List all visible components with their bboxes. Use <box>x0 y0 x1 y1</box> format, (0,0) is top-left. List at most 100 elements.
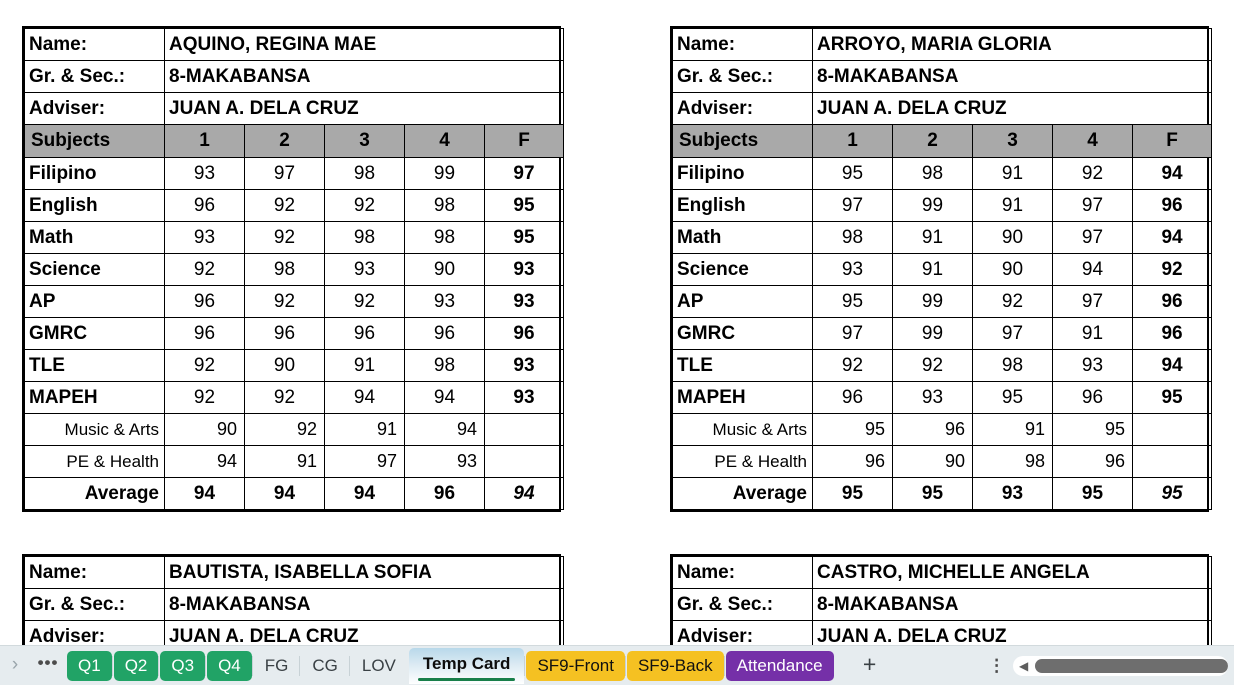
sheet-tab-lov[interactable]: LOV <box>348 651 407 681</box>
subject-row: GMRC 97 99 97 91 96 <box>672 317 1213 350</box>
grade-cell: 97 <box>1052 221 1133 254</box>
subject-label: AP <box>672 285 813 318</box>
final-grade-cell: 94 <box>1131 157 1213 190</box>
grade-cell: 91 <box>1052 317 1133 350</box>
subject-label: English <box>24 189 165 222</box>
final-grade-cell: 96 <box>1131 317 1213 350</box>
subject-label: TLE <box>672 349 813 382</box>
sheet-tab-q3[interactable]: Q3 <box>158 650 206 681</box>
grade-section-label: Gr. & Sec.: <box>672 60 813 93</box>
name-label: Name: <box>672 556 813 589</box>
grade-cell: 91 <box>892 253 973 286</box>
grade-cell: 97 <box>1052 189 1133 222</box>
student-name-value: ARROYO, MARIA GLORIA <box>811 28 1213 61</box>
grade-cell: 98 <box>404 221 485 254</box>
subject-row: Science 93 91 90 94 92 <box>672 253 1213 286</box>
grade-cell: 97 <box>244 157 325 190</box>
average-final-cell: 95 <box>1131 477 1213 510</box>
grade-section-value: 8-MAKABANSA <box>811 588 1213 621</box>
name-label: Name: <box>24 556 165 589</box>
grade-cell: 91 <box>972 189 1053 222</box>
adviser-row: Adviser: JUAN A. DELA CRUZ <box>24 620 565 645</box>
grade-cell: 90 <box>972 253 1053 286</box>
sheet-tab-sf9-front[interactable]: SF9-Front <box>524 650 625 681</box>
adviser-label: Adviser: <box>24 620 165 645</box>
sheet-tab-sf9-back[interactable]: SF9-Back <box>624 650 724 681</box>
subject-row: MAPEH 96 93 95 96 95 <box>672 381 1213 414</box>
sheet-tab-q4[interactable]: Q4 <box>205 650 252 681</box>
report-card: Name: ARROYO, MARIA GLORIA Gr. & Sec.: 8-MA… <box>670 26 1213 512</box>
final-grade-cell: 92 <box>1131 253 1213 286</box>
component-label: PE & Health <box>672 445 813 478</box>
sheet-nav-next-icon[interactable]: › <box>0 655 30 676</box>
quarter-header: 2 <box>892 124 973 158</box>
quarter-header: 1 <box>164 124 245 158</box>
adviser-row: Adviser: JUAN A. DELA CRUZ <box>24 92 564 125</box>
subjects-header: Subjects <box>672 124 813 158</box>
final-grade-cell: 94 <box>1131 221 1213 254</box>
add-sheet-button[interactable]: + <box>855 651 885 681</box>
grade-cell: 98 <box>324 221 405 254</box>
adviser-label: Adviser: <box>672 92 813 125</box>
subject-row: Math 93 92 98 98 95 <box>24 221 564 254</box>
component-grade-cell: 96 <box>1052 445 1133 478</box>
sheet-tab-q1[interactable]: Q1 <box>67 650 112 681</box>
subject-label: GMRC <box>672 317 813 350</box>
grade-cell: 93 <box>1052 349 1133 382</box>
component-grade-cell: 94 <box>164 445 245 478</box>
sheet-menu-icon[interactable]: ⋮ <box>985 651 1009 681</box>
sheet-tab-attendance[interactable]: Attendance <box>723 650 834 681</box>
grade-cell: 97 <box>812 189 893 222</box>
average-label: Average <box>672 477 813 510</box>
grade-cell: 97 <box>812 317 893 350</box>
subject-row: MAPEH 92 92 94 94 93 <box>24 381 564 414</box>
grade-cell: 98 <box>404 189 485 222</box>
grade-cell: 99 <box>404 157 485 190</box>
horizontal-scrollbar[interactable]: ◀ <box>1012 655 1228 676</box>
sheet-overflow-icon[interactable]: ••• <box>30 654 66 677</box>
subjects-header: Subjects <box>24 124 165 158</box>
subject-row: English 96 92 92 98 95 <box>24 189 564 222</box>
component-grade-cell: 97 <box>324 445 405 478</box>
final-grade-cell: 95 <box>484 189 564 222</box>
grade-cell: 97 <box>972 317 1053 350</box>
quarter-header: 3 <box>972 124 1053 158</box>
grade-section-row: Gr. & Sec.: 8-MAKABANSA <box>24 60 564 93</box>
grade-cell: 92 <box>244 221 325 254</box>
subject-row: AP 96 92 92 93 93 <box>24 285 564 318</box>
subject-row: TLE 92 90 91 98 93 <box>24 349 564 382</box>
component-row: PE & Health 96 90 98 96 <box>672 445 1213 478</box>
grade-section-row: Gr. & Sec.: 8-MAKABANSA <box>672 60 1213 93</box>
sheet-tab-cg[interactable]: CG <box>299 651 349 681</box>
average-row: Average 95 95 93 95 95 <box>672 477 1213 510</box>
sheet-tab-q2[interactable]: Q2 <box>111 650 159 681</box>
grade-cell: 92 <box>244 381 325 414</box>
final-grade-cell: 96 <box>1131 285 1213 318</box>
scroll-left-icon[interactable]: ◀ <box>1013 660 1035 672</box>
component-grade-cell: 95 <box>812 413 893 446</box>
grade-cell: 96 <box>404 317 485 350</box>
component-row: PE & Health 94 91 97 93 <box>24 445 564 478</box>
scrollbar-thumb[interactable] <box>1034 658 1228 673</box>
name-label: Name: <box>672 28 813 61</box>
grade-cell: 93 <box>892 381 973 414</box>
component-grade-cell: 96 <box>892 413 973 446</box>
quarter-header: 1 <box>812 124 893 158</box>
sheet-tab-fg[interactable]: FG <box>251 651 300 681</box>
column-header-row: Subjects 1 2 3 4 F <box>672 124 1213 158</box>
adviser-row: Adviser: JUAN A. DELA CRUZ <box>672 92 1213 125</box>
grade-cell: 92 <box>812 349 893 382</box>
subject-label: Science <box>24 253 165 286</box>
grade-cell: 92 <box>164 253 245 286</box>
component-grade-cell <box>484 413 564 446</box>
subject-row: TLE 92 92 98 93 94 <box>672 349 1213 382</box>
sheet-tab-temp-card[interactable]: Temp Card <box>408 647 525 684</box>
subject-label: English <box>672 189 813 222</box>
average-cell: 93 <box>972 477 1053 510</box>
grade-cell: 96 <box>164 285 245 318</box>
component-grade-cell: 93 <box>404 445 485 478</box>
subject-label: MAPEH <box>24 381 165 414</box>
component-label: PE & Health <box>24 445 165 478</box>
final-grade-cell: 95 <box>1131 381 1213 414</box>
grade-cell: 92 <box>244 189 325 222</box>
